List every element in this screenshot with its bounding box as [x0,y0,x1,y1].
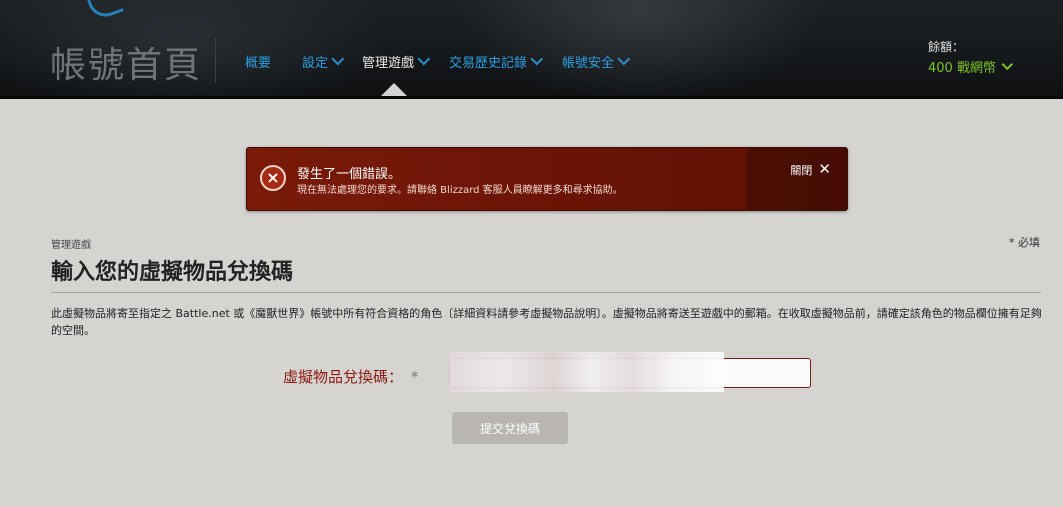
error-message: 現在無法處理您的要求。請聯絡 Blizzard 客服人員瞭解更多和尋求協助。 [297,185,623,196]
code-input[interactable] [449,358,811,388]
nav-item-label: 交易歷史記錄 [449,56,528,71]
header-divider [215,37,216,83]
balance-label: 餘額： [928,40,965,54]
error-close-label: 關閉 [790,164,813,177]
error-title: 發生了一個錯誤。 [297,167,402,182]
active-nav-indicator [381,83,407,96]
code-field-label: 虛擬物品兌換碼： * [283,366,419,387]
submit-code-button[interactable]: 提交兌換碼 [452,412,568,444]
balance-value: 400 戰網幣 [928,57,1013,76]
nav-item-overview[interactable]: 概要 [245,52,271,71]
logo-swoosh-icon [87,0,124,22]
description-text: 此虛擬物品將寄至指定之 Battle.net 或《魔獸世界》帳號中所有符合資格的… [51,307,1042,337]
nav-item-label: 設定 [302,56,329,71]
balance-widget[interactable]: 餘額： 400 戰網幣 [928,38,1013,76]
chevron-down-icon [530,52,544,66]
chevron-down-icon [417,52,431,66]
required-note: * 必填 [1009,236,1040,249]
error-close-button[interactable]: 關閉 ✕ [790,160,831,178]
required-mark: * [411,368,419,386]
nav-item-label: 概要 [245,56,272,71]
error-x-circle-icon: × [260,165,286,191]
breadcrumb[interactable]: 管理遊戲 [51,236,91,251]
nav-item-manage-games[interactable]: 管理遊戲 [362,52,431,71]
nav-item-label: 帳號安全 [562,56,615,71]
site-title[interactable]: 帳號首頁 [50,36,202,88]
nav-item-settings[interactable]: 設定 [302,52,345,71]
error-close-zone [747,148,847,210]
chevron-down-icon [331,52,345,66]
balance-amount: 400 戰網幣 [928,61,996,76]
nav-item-transaction-history[interactable]: 交易歷史記錄 [449,52,544,71]
nav-item-account-security[interactable]: 帳號安全 [562,52,631,71]
error-banner: × 發生了一個錯誤。 現在無法處理您的要求。請聯絡 Blizzard 客服人員瞭… [246,147,848,211]
nav-item-label: 管理遊戲 [362,56,415,71]
close-icon: ✕ [818,160,831,178]
chevron-down-icon [617,52,631,66]
chevron-down-icon [1001,58,1013,71]
title-divider [51,292,1041,293]
code-field-label-text: 虛擬物品兌換碼： [283,368,404,386]
site-header: 帳號首頁 概要 設定 管理遊戲 交易歷史記錄 帳號安全 餘額： 400 戰網幣 [0,0,1063,99]
page-title: 輸入您的虛擬物品兌換碼 [51,259,294,285]
